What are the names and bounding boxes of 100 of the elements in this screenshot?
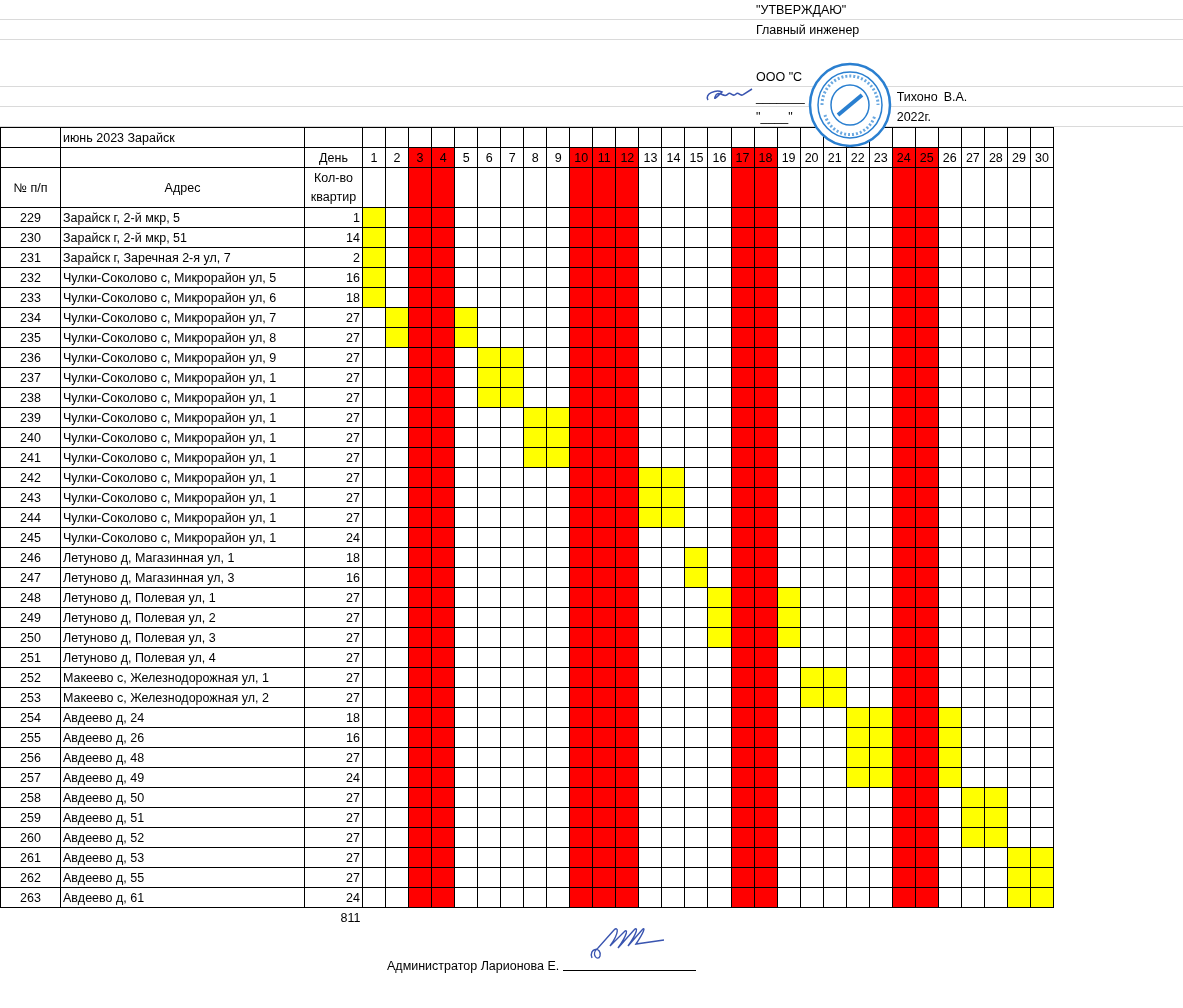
table-cell: 253: [0, 687, 61, 708]
column-header: № п/п: [0, 167, 61, 208]
table-cell: 263: [0, 887, 61, 908]
table-cell: Авдеево д, 51: [60, 807, 305, 828]
table-cell: 234: [0, 307, 61, 328]
day-header: 19: [777, 147, 801, 168]
table-cell: Чулки-Соколово с, Микрорайон ул, 5: [60, 267, 305, 288]
day-header: 5: [454, 147, 478, 168]
table-cell: 252: [0, 667, 61, 688]
table-cell: 27: [304, 667, 363, 688]
date-blank: "____": [756, 109, 793, 124]
table-cell: 229: [0, 207, 61, 228]
table-cell: Чулки-Соколово с, Микрорайон ул, 8: [60, 327, 305, 348]
table-cell: Макеево с, Железнодорожная ул, 2: [60, 687, 305, 708]
table-cell: 1: [304, 207, 363, 228]
table-cell: 27: [304, 427, 363, 448]
table-cell: 27: [304, 447, 363, 468]
table-cell: 243: [0, 487, 61, 508]
table-cell: 244: [0, 507, 61, 528]
table-cell: 27: [304, 607, 363, 628]
day-header: 13: [638, 147, 662, 168]
table-cell: 260: [0, 827, 61, 848]
table-cell: 27: [304, 747, 363, 768]
table-cell: 256: [0, 747, 61, 768]
table-cell: 27: [304, 407, 363, 428]
column-header: Адрес: [60, 167, 305, 208]
table-cell: 16: [304, 567, 363, 588]
table-cell: Чулки-Соколово с, Микрорайон ул, 7: [60, 307, 305, 328]
table-cell: 254: [0, 707, 61, 728]
table-cell: Чулки-Соколово с, Микрорайон ул, 1: [60, 527, 305, 548]
total-value: 811: [340, 910, 361, 925]
day-header: 23: [869, 147, 893, 168]
table-cell: Авдеево д, 55: [60, 867, 305, 888]
table-cell: Чулки-Соколово с, Микрорайон ул, 6: [60, 287, 305, 308]
table-cell: 24: [304, 887, 363, 908]
table-cell: 255: [0, 727, 61, 748]
day-header: 15: [684, 147, 708, 168]
company-text: ООО "С: [756, 69, 803, 86]
date-year: 2022г.: [896, 109, 931, 124]
table-cell: 230: [0, 227, 61, 248]
table-cell: 236: [0, 347, 61, 368]
table-cell: 237: [0, 367, 61, 388]
table-cell: Чулки-Соколово с, Микрорайон ул, 1: [60, 427, 305, 448]
table-cell: 27: [304, 587, 363, 608]
table-cell: 27: [304, 327, 363, 348]
signer-name: Тихоно: [896, 89, 938, 104]
table-cell: Чулки-Соколово с, Микрорайон ул, 1: [60, 387, 305, 408]
table-cell: 18: [304, 287, 363, 308]
table-cell: Чулки-Соколово с, Микрорайон ул, 1: [60, 367, 305, 388]
table-cell: 27: [304, 487, 363, 508]
signer-initials: В.А.: [943, 89, 968, 104]
table-cell: 27: [304, 387, 363, 408]
table-cell: 248: [0, 587, 61, 608]
table-cell: 18: [304, 707, 363, 728]
day-header: 8: [523, 147, 547, 168]
table-cell: Летуново д, Полевая ул, 4: [60, 647, 305, 668]
table-cell: 24: [304, 767, 363, 788]
table-cell: 27: [304, 647, 363, 668]
table-cell: 251: [0, 647, 61, 668]
table-cell: Авдеево д, 26: [60, 727, 305, 748]
table-cell: 242: [0, 467, 61, 488]
table-cell: 233: [0, 287, 61, 308]
table-cell: 245: [0, 527, 61, 548]
approval-heading: "УТВЕРЖДАЮ": [756, 2, 847, 17]
table-cell: 18: [304, 547, 363, 568]
table-cell: Зарайск г, 2-й мкр, 5: [60, 207, 305, 228]
day-header: 29: [1007, 147, 1031, 168]
table-cell: 27: [304, 787, 363, 808]
table-cell: Чулки-Соколово с, Микрорайон ул, 1: [60, 467, 305, 488]
signatory-text: Администратор Ларионова Е.: [387, 959, 560, 973]
table-cell: 27: [304, 687, 363, 708]
table-cell: Зарайск г, Заречная 2-я ул, 7: [60, 247, 305, 268]
table-cell: 27: [304, 847, 363, 868]
table-cell: 239: [0, 407, 61, 428]
table-cell: 14: [304, 227, 363, 248]
table-cell: 27: [304, 827, 363, 848]
day-header: 7: [500, 147, 524, 168]
day-header: 28: [984, 147, 1008, 168]
table-cell: Чулки-Соколово с, Микрорайон ул, 9: [60, 347, 305, 368]
table-cell: 235: [0, 327, 61, 348]
table-cell: 250: [0, 627, 61, 648]
table-cell: Авдеево д, 49: [60, 767, 305, 788]
table-cell: Авдеево д, 50: [60, 787, 305, 808]
sheet-title: июнь 2023 Зарайск: [63, 130, 175, 145]
day-header: 27: [961, 147, 985, 168]
table-cell: Чулки-Соколово с, Микрорайон ул, 1: [60, 407, 305, 428]
day-header: 30: [1030, 147, 1054, 168]
table-cell: Летуново д, Полевая ул, 3: [60, 627, 305, 648]
table-cell: 24: [304, 527, 363, 548]
table-cell: 27: [304, 367, 363, 388]
table-cell: 262: [0, 867, 61, 888]
table-cell: Авдеево д, 53: [60, 847, 305, 868]
day-header: 1: [362, 147, 386, 168]
table-cell: 232: [0, 267, 61, 288]
table-cell: Авдеево д, 48: [60, 747, 305, 768]
table-cell: 261: [0, 847, 61, 868]
day-header: 22: [846, 147, 870, 168]
table-cell: Летуново д, Магазинная ул, 3: [60, 567, 305, 588]
table-cell: 231: [0, 247, 61, 268]
table-cell: 258: [0, 787, 61, 808]
